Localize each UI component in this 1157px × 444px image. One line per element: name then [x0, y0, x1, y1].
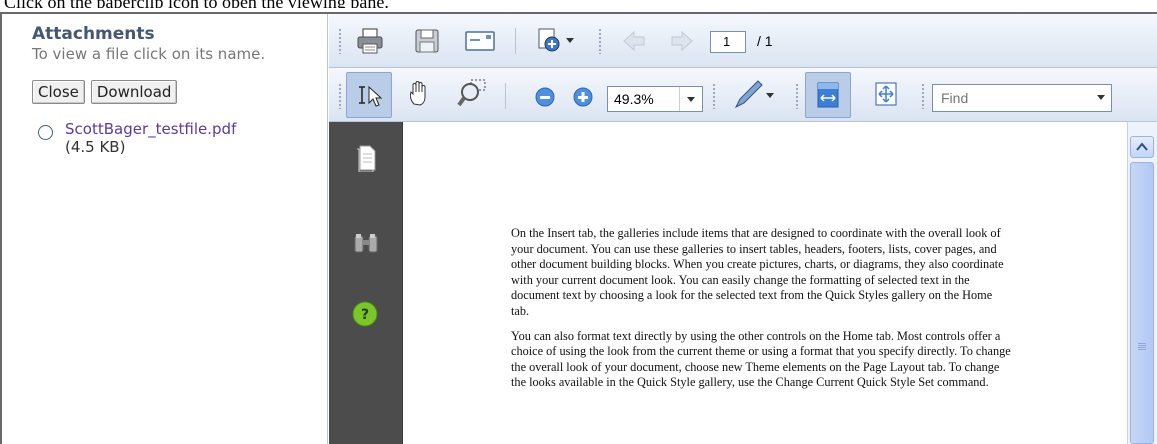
- zoom-select[interactable]: 49.3%: [607, 86, 703, 112]
- attachments-buttons: Close Download: [32, 80, 327, 104]
- find-box: [932, 84, 1112, 112]
- close-button[interactable]: Close: [32, 80, 85, 104]
- next-page-icon[interactable]: [666, 26, 698, 56]
- annotate-pen-icon[interactable]: [727, 77, 779, 113]
- find-dropdown-icon[interactable]: [1097, 95, 1105, 100]
- print-icon[interactable]: [353, 24, 387, 58]
- find-input[interactable]: [933, 89, 1083, 107]
- previous-page-icon[interactable]: [618, 26, 650, 56]
- select-tool-icon[interactable]: [346, 72, 392, 118]
- zoom-dropdown-button[interactable]: [679, 87, 702, 111]
- chevron-down-icon[interactable]: [766, 92, 774, 98]
- attachment-item[interactable]: ScottBager_testfile.pdf (4.5 KB): [38, 120, 327, 156]
- toolbar-grip: [921, 83, 925, 109]
- chevron-up-icon: [1136, 142, 1148, 151]
- save-icon[interactable]: [410, 24, 444, 58]
- fit-width-icon[interactable]: [805, 72, 851, 118]
- marquee-zoom-icon[interactable]: [454, 74, 494, 112]
- document-page: On the Insert tab, the galleries include…: [511, 226, 1011, 400]
- attachments-panel: Attachments To view a file click on its …: [2, 14, 328, 444]
- toolbar-grip: [795, 83, 799, 109]
- page-number-input[interactable]: 1: [710, 31, 746, 53]
- zoom-in-icon[interactable]: [570, 84, 596, 110]
- file-name-link[interactable]: ScottBager_testfile.pdf: [65, 120, 236, 138]
- toolbar-grip: [338, 83, 342, 109]
- svg-text:?: ?: [361, 307, 369, 323]
- instruction-text: Click on the paperclip icon to open the …: [0, 0, 1157, 8]
- chevron-down-icon[interactable]: [566, 37, 574, 43]
- toolbar-grip: [712, 83, 716, 109]
- share-icon[interactable]: [532, 23, 576, 57]
- pages-icon[interactable]: [352, 142, 380, 174]
- chevron-down-icon: [687, 96, 695, 102]
- scroll-up-button[interactable]: [1130, 136, 1154, 158]
- toolbar-separator: [505, 83, 506, 109]
- zoom-out-icon[interactable]: [532, 84, 558, 110]
- hand-tool-icon[interactable]: [402, 77, 436, 111]
- file-info: ScottBager_testfile.pdf (4.5 KB): [65, 120, 236, 156]
- attachments-title: Attachments: [32, 24, 155, 44]
- fit-page-icon[interactable]: [870, 78, 902, 110]
- scroll-thumb[interactable]: [1130, 162, 1154, 444]
- file-radio-button[interactable]: [38, 125, 53, 140]
- email-icon[interactable]: [462, 24, 498, 58]
- viewer-navigation-panel: ?: [329, 122, 402, 444]
- toolbar-grip: [338, 28, 342, 54]
- toolbar-grip: [598, 28, 602, 54]
- download-button[interactable]: Download: [90, 80, 178, 104]
- binoculars-icon[interactable]: [351, 230, 381, 256]
- help-icon[interactable]: ?: [349, 298, 381, 330]
- zoom-value: 49.3%: [614, 91, 654, 107]
- file-size: (4.5 KB): [65, 138, 126, 156]
- document-paragraph: On the Insert tab, the galleries include…: [511, 226, 1004, 318]
- page-total: / 1: [757, 33, 773, 49]
- vertical-scrollbar[interactable]: [1127, 122, 1157, 444]
- document-view[interactable]: On the Insert tab, the galleries include…: [402, 122, 1127, 444]
- toolbar-separator: [515, 28, 516, 54]
- document-paragraph: You can also format text directly by usi…: [511, 328, 1011, 390]
- attachments-description: To view a file click on its name.: [32, 45, 266, 63]
- scroll-thumb-grip: [1138, 343, 1146, 351]
